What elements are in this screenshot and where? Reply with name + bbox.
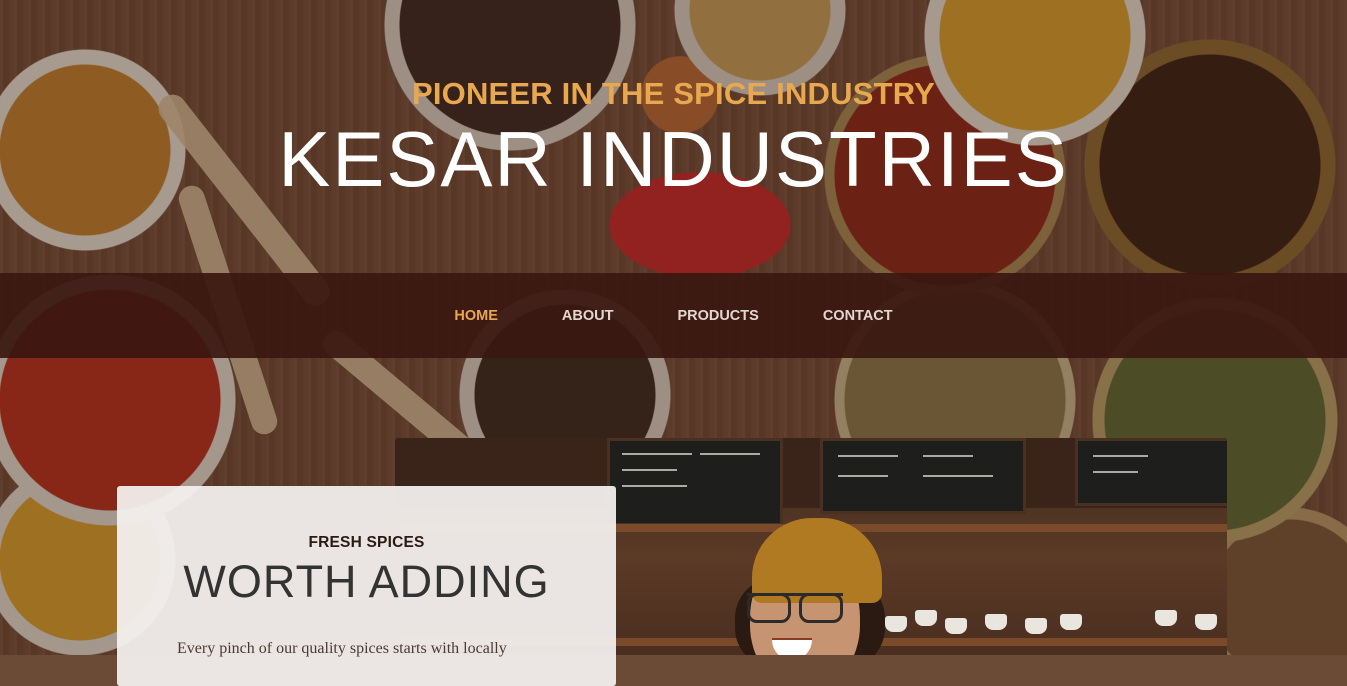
cup bbox=[915, 610, 937, 626]
intro-title: WORTH ADDING bbox=[183, 556, 550, 607]
chalk-line bbox=[622, 485, 687, 487]
chalk-line bbox=[923, 455, 973, 457]
cup bbox=[885, 616, 907, 632]
intro-card: FRESH SPICES WORTH ADDING Every pinch of… bbox=[117, 486, 616, 686]
chalk-line bbox=[700, 453, 760, 455]
cup bbox=[1060, 614, 1082, 630]
chalk-line bbox=[838, 455, 898, 457]
chalk-line bbox=[622, 453, 692, 455]
chalkboard-menu bbox=[820, 438, 1026, 514]
chalk-line bbox=[838, 475, 888, 477]
nav-contact-link[interactable]: CONTACT bbox=[823, 308, 893, 324]
chalkboard-menu bbox=[607, 438, 783, 526]
hero-subtitle: PIONEER IN THE SPICE INDUSTRY bbox=[411, 76, 936, 111]
cup bbox=[1195, 614, 1217, 630]
intro-text: Every pinch of our quality spices starts… bbox=[177, 640, 507, 657]
cup bbox=[1025, 618, 1047, 634]
smile bbox=[772, 638, 812, 655]
site-title: KESAR INDUSTRIES bbox=[278, 115, 1069, 203]
chalk-line bbox=[923, 475, 993, 477]
nav-about-link[interactable]: ABOUT bbox=[562, 308, 614, 324]
chalkboard-menu bbox=[1075, 438, 1227, 506]
nav-home-link[interactable]: HOME bbox=[454, 308, 498, 324]
intro-subtitle: FRESH SPICES bbox=[308, 534, 425, 551]
chalk-line bbox=[1093, 455, 1148, 457]
glasses bbox=[747, 593, 843, 623]
cup bbox=[1155, 610, 1177, 626]
nav-products-link[interactable]: PRODUCTS bbox=[677, 308, 758, 324]
cup bbox=[945, 618, 967, 634]
cup bbox=[985, 614, 1007, 630]
chalk-line bbox=[1093, 471, 1138, 473]
chalk-line bbox=[622, 469, 677, 471]
main-navigation: HOME ABOUT PRODUCTS CONTACT bbox=[0, 273, 1347, 358]
